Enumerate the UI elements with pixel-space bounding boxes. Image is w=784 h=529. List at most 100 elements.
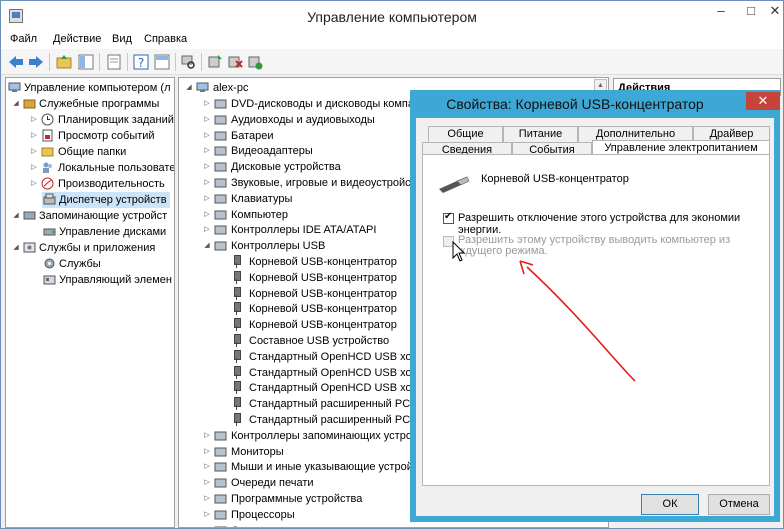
cancel-button[interactable]: Отмена [708, 494, 770, 515]
tab-general[interactable]: Общие [428, 126, 503, 142]
collapsed-arrow-icon[interactable]: ▷ [203, 428, 211, 444]
allow-power-off-label: Разрешить отключение этого устройства дл… [458, 212, 741, 236]
tree-item-wmi-control[interactable]: Управляющий элемен [42, 272, 174, 288]
forward-icon[interactable] [27, 53, 45, 71]
computer-icon [196, 82, 209, 92]
tree-item-services[interactable]: Службы [42, 256, 174, 272]
collapsed-arrow-icon[interactable]: ▷ [203, 143, 211, 159]
properties-icon[interactable] [105, 53, 123, 71]
toolbar-separator [175, 53, 176, 71]
wmi-icon [43, 275, 56, 285]
device-category-icon [214, 146, 227, 156]
device-category-icon [214, 510, 227, 520]
toolbar: ? [1, 49, 783, 75]
device-category-icon [214, 431, 227, 441]
device-category-icon [214, 462, 227, 472]
collapsed-arrow-icon[interactable]: ▷ [30, 128, 38, 144]
tree-item-shared-folders[interactable]: ▷ Общие папки [30, 144, 174, 160]
collapsed-arrow-icon[interactable]: ▷ [203, 475, 211, 491]
collapsed-arrow-icon[interactable]: ▷ [30, 176, 38, 192]
menu-bar: Файл Действие Вид Справка [1, 31, 783, 49]
tree-item-local-users[interactable]: ▷ Локальные пользовате [30, 160, 174, 176]
tree-item-computer-management[interactable]: Управление компьютером (л [8, 80, 174, 96]
device-category-icon [214, 162, 227, 172]
expanded-arrow-icon[interactable]: ◢ [12, 208, 20, 224]
clock-icon [41, 113, 54, 126]
usb-properties-dialog: Свойства: Корневой USB-концентратор ✕ Об… [410, 90, 780, 522]
collapsed-arrow-icon[interactable]: ▷ [203, 175, 211, 191]
toolbar-separator [127, 53, 128, 71]
tree-item-storage[interactable]: ◢ Запоминающие устройст [12, 208, 174, 224]
collapsed-arrow-icon[interactable]: ▷ [203, 191, 211, 207]
expanded-arrow-icon[interactable]: ◢ [12, 96, 20, 112]
collapsed-arrow-icon[interactable]: ▷ [30, 160, 38, 176]
update-driver-icon[interactable] [206, 53, 224, 71]
device-category-icon [214, 241, 227, 251]
close-button[interactable]: ✕ [761, 1, 784, 23]
collapsed-arrow-icon[interactable]: ▷ [203, 459, 211, 475]
disk-icon [43, 228, 56, 236]
collapsed-arrow-icon[interactable]: ▷ [203, 523, 211, 528]
expanded-arrow-icon[interactable]: ◢ [185, 80, 193, 96]
scan-hardware-icon[interactable] [179, 53, 197, 71]
device-category-icon [214, 178, 227, 188]
device-category-icon [214, 478, 227, 488]
tree-item-disk-management[interactable]: Управление дисками [42, 224, 174, 240]
ok-button[interactable]: ОК [641, 494, 699, 515]
tree-item-event-viewer[interactable]: ▷ Просмотр событий [30, 128, 174, 144]
collapsed-arrow-icon[interactable]: ▷ [203, 222, 211, 238]
enable-device-icon[interactable] [246, 53, 264, 71]
tree-item-device-manager[interactable]: Диспетчер устройств [42, 192, 170, 208]
device-category-icon [214, 447, 227, 457]
minimize-button[interactable]: – [707, 1, 735, 23]
tree-item-task-scheduler[interactable]: ▷ Планировщик заданий [30, 112, 174, 128]
red-arrow-annotation-icon [519, 260, 636, 382]
users-icon [43, 162, 52, 173]
device-category-icon [214, 494, 227, 504]
tab-power[interactable]: Питание [503, 126, 578, 142]
device-category-icon [214, 210, 227, 220]
toolbar-separator [49, 53, 50, 71]
dialog-title: Свойства: Корневой USB-концентратор [446, 96, 704, 112]
usb-device-icon [233, 349, 241, 363]
shared-folder-icon [41, 147, 54, 157]
uninstall-icon[interactable] [226, 53, 244, 71]
collapsed-arrow-icon[interactable]: ▷ [203, 128, 211, 144]
usb-device-icon [233, 255, 241, 268]
storage-icon [23, 211, 36, 220]
usb-plug-icon [439, 176, 470, 193]
window-title: Управление компьютером [307, 9, 477, 25]
usb-device-icon [233, 334, 241, 347]
menu-action[interactable]: Действие [53, 33, 101, 45]
collapsed-arrow-icon[interactable]: ▷ [203, 96, 211, 112]
collapsed-arrow-icon[interactable]: ▷ [203, 491, 211, 507]
up-folder-icon[interactable] [55, 53, 73, 71]
dialog-title-bar: Свойства: Корневой USB-концентратор ✕ [410, 90, 780, 118]
dialog-close-button[interactable]: ✕ [746, 92, 780, 110]
services-icon [23, 242, 36, 253]
usb-device-icon [233, 413, 241, 426]
collapsed-arrow-icon[interactable]: ▷ [30, 144, 38, 160]
menu-help[interactable]: Справка [144, 33, 187, 45]
tree-item-system-tools[interactable]: ◢ Служебные программы [12, 96, 174, 112]
collapsed-arrow-icon[interactable]: ▷ [30, 112, 38, 128]
usb-device-icon [233, 365, 241, 379]
collapsed-arrow-icon[interactable]: ▷ [203, 159, 211, 175]
show-hide-tree-icon[interactable] [77, 53, 95, 71]
collapsed-arrow-icon[interactable]: ▷ [203, 207, 211, 223]
collapsed-arrow-icon[interactable]: ▷ [203, 507, 211, 523]
collapsed-arrow-icon[interactable]: ▷ [203, 112, 211, 128]
back-icon[interactable] [7, 53, 25, 71]
device-name: Корневой USB-концентратор [481, 173, 629, 185]
menu-file[interactable]: Файл [10, 33, 37, 45]
expanded-arrow-icon[interactable]: ◢ [12, 240, 20, 256]
console-icon[interactable] [153, 53, 171, 71]
expanded-arrow-icon[interactable]: ◢ [203, 238, 211, 254]
collapsed-arrow-icon[interactable]: ▷ [203, 444, 211, 460]
help-icon[interactable]: ? [132, 53, 150, 71]
tree-item-services-applications[interactable]: ◢ Службы и приложения [12, 240, 174, 256]
usb-device-icon [233, 397, 241, 411]
menu-view[interactable]: Вид [112, 33, 132, 45]
allow-power-off-checkbox[interactable] [443, 211, 454, 224]
tree-item-performance[interactable]: ▷ Производительность [30, 176, 174, 192]
